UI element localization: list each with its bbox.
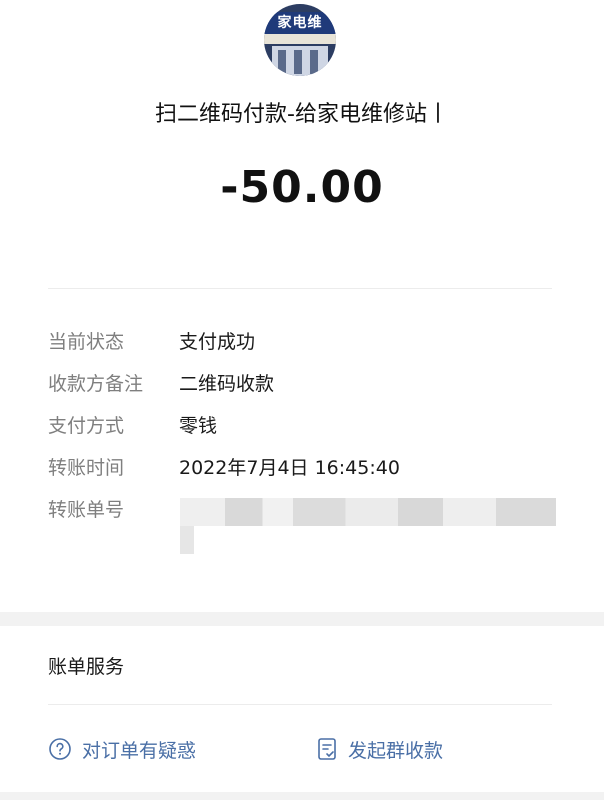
receipt-icon — [318, 738, 336, 760]
avatar-shop-sign: 家电维 — [264, 12, 336, 34]
payee-title: 扫二维码付款-给家电维修站丨 — [155, 102, 449, 127]
order-question-label: 对订单有疑惑 — [82, 739, 197, 762]
merchant-avatar[interactable]: 家电维 — [264, 4, 336, 76]
detail-label: 收款方备注 — [48, 373, 144, 395]
detail-label: 当前状态 — [48, 331, 125, 353]
detail-label: 转账时间 — [48, 457, 125, 479]
question-circle-icon — [49, 738, 71, 760]
bottom-band — [0, 792, 604, 800]
avatar-storefront — [272, 46, 328, 76]
transfer-number-redacted-tail — [180, 526, 194, 554]
group-collect-label: 发起群收款 — [348, 739, 444, 762]
section-divider — [48, 288, 552, 289]
payment-amount: -50.00 — [220, 162, 384, 213]
detail-value: 2022年7月4日 16:45:40 — [179, 457, 400, 479]
services-divider — [48, 704, 552, 705]
detail-value: 二维码收款 — [179, 373, 275, 395]
avatar-sign-band — [264, 34, 336, 44]
section-gap — [0, 612, 604, 626]
transfer-number-redacted — [180, 498, 556, 526]
bill-services-title: 账单服务 — [48, 656, 125, 678]
order-question-button[interactable]: 对订单有疑惑 — [48, 734, 196, 764]
detail-value: 零钱 — [179, 415, 218, 437]
detail-label: 转账单号 — [48, 499, 125, 521]
detail-label: 支付方式 — [48, 415, 125, 437]
detail-value: 支付成功 — [179, 331, 256, 353]
group-collect-button[interactable]: 发起群收款 — [316, 734, 443, 764]
